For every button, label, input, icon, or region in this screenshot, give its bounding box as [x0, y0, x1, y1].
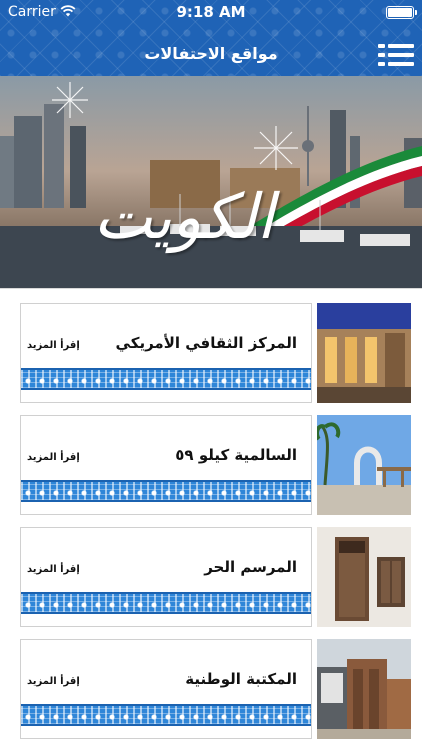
place-thumbnail	[317, 415, 411, 515]
battery-icon	[386, 6, 417, 19]
card-body: المكتبة الوطنية إقرأ المزيد	[20, 639, 312, 739]
place-title: المرسم الحر	[204, 558, 297, 576]
ornament-band	[21, 592, 311, 614]
read-more-link[interactable]: إقرأ المزيد	[27, 676, 80, 687]
read-more-link[interactable]: إقرأ المزيد	[27, 564, 80, 575]
card-body: المرسم الحر إقرأ المزيد	[20, 527, 312, 627]
list-item[interactable]: المركز الثقافي الأمريكي إقرأ المزيد	[20, 303, 411, 403]
place-thumbnail	[317, 303, 411, 403]
card-body: المركز الثقافي الأمريكي إقرأ المزيد	[20, 303, 312, 403]
status-time: 9:18 AM	[176, 3, 246, 21]
read-more-link[interactable]: إقرأ المزيد	[27, 452, 80, 463]
page-title: مواقع الاحتفالات	[144, 44, 278, 63]
status-bar: Carrier 9:18 AM	[0, 0, 422, 24]
menu-icon[interactable]	[378, 42, 414, 68]
place-thumbnail	[317, 527, 411, 627]
place-thumbnail	[317, 639, 411, 739]
ornament-band	[21, 480, 311, 502]
banner-title: الكويت	[93, 180, 274, 253]
ornament-band	[21, 704, 311, 726]
list-item[interactable]: المرسم الحر إقرأ المزيد	[20, 527, 411, 627]
list-item[interactable]: السالمية كيلو ٥٩ إقرأ المزيد	[20, 415, 411, 515]
place-title: السالمية كيلو ٥٩	[175, 446, 297, 464]
place-title: المكتبة الوطنية	[185, 670, 297, 688]
header: Carrier 9:18 AM مواقع الاحتفالات	[0, 0, 422, 76]
read-more-link[interactable]: إقرأ المزيد	[27, 340, 80, 351]
places-list: المركز الثقافي الأمريكي إقرأ المزيد السا…	[0, 288, 422, 750]
ornament-band	[21, 368, 311, 390]
list-item[interactable]: المكتبة الوطنية إقرأ المزيد	[20, 639, 411, 739]
app-screen: Carrier 9:18 AM مواقع الاحتفالات الكويت …	[0, 0, 422, 750]
hero-banner: الكويت	[0, 76, 422, 288]
card-body: السالمية كيلو ٥٩ إقرأ المزيد	[20, 415, 312, 515]
place-title: المركز الثقافي الأمريكي	[115, 334, 297, 352]
